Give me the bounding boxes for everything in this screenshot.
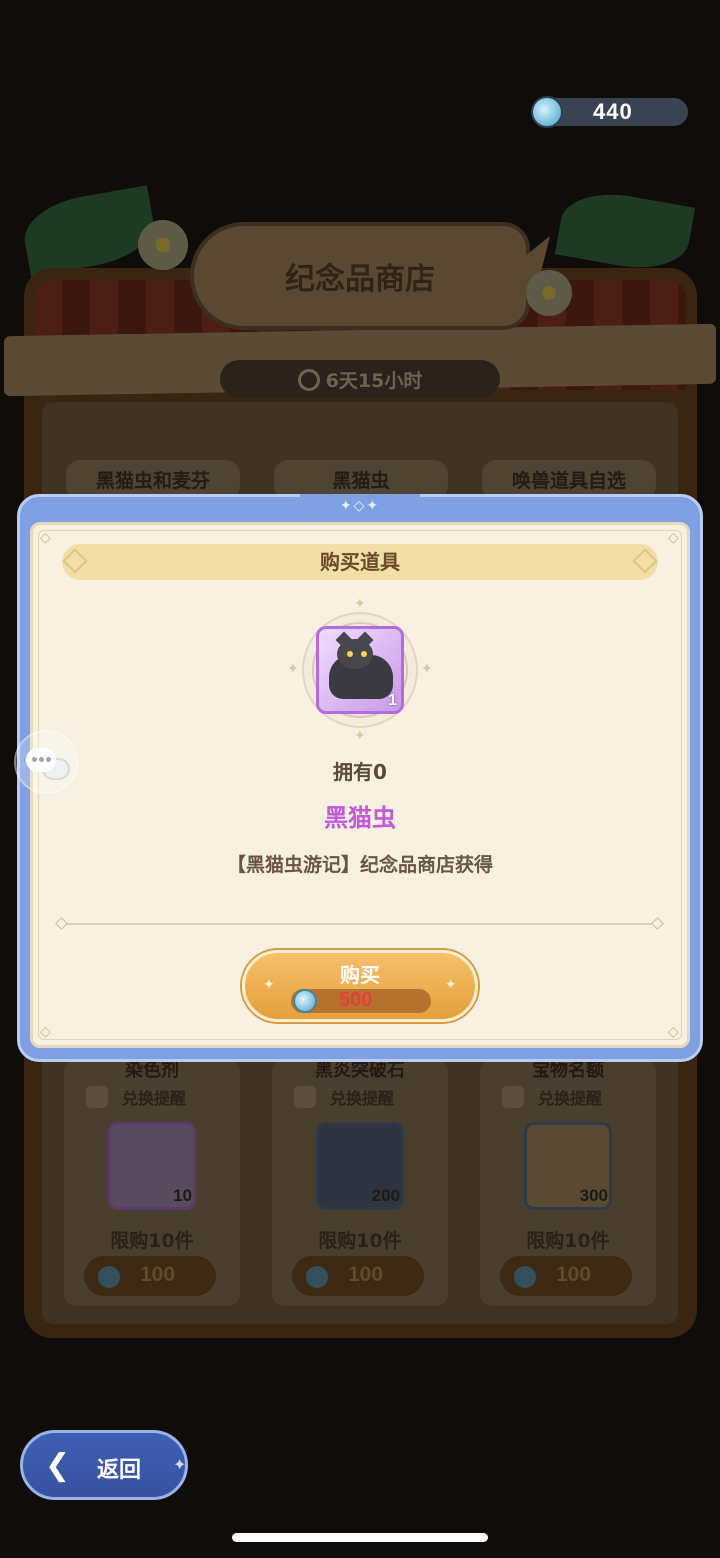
remind-label: 兑换提醒 bbox=[330, 1089, 395, 1108]
back-arrow-icon: ❮ bbox=[45, 1448, 71, 1483]
leaf-decoration bbox=[18, 185, 160, 277]
corner-ornament-icon: ◇ bbox=[668, 530, 679, 546]
gem-icon bbox=[514, 1266, 536, 1288]
chat-float-button[interactable] bbox=[14, 730, 78, 794]
buy-price: 500 bbox=[339, 989, 373, 1011]
item-name: 黑猫虫 bbox=[324, 804, 396, 832]
sparkle-icon: ✦ bbox=[354, 596, 366, 612]
divider bbox=[66, 923, 654, 925]
diamond-ornament-icon: ✦◇✦ bbox=[339, 498, 381, 514]
remind-checkbox[interactable] bbox=[86, 1086, 108, 1108]
remind-checkbox[interactable] bbox=[502, 1086, 524, 1108]
shop-timer: 6天15小时 bbox=[220, 360, 500, 398]
item-source: 【黑猫虫游记】纪念品商店获得 bbox=[226, 854, 493, 876]
price-button[interactable]: 100 bbox=[500, 1256, 632, 1296]
item-quantity: 10 bbox=[173, 1186, 192, 1205]
corner-ornament-icon: ◇ bbox=[668, 1024, 679, 1040]
leaf-decoration bbox=[554, 185, 696, 277]
back-label: 返回 bbox=[97, 1458, 142, 1483]
item-quantity: 300 bbox=[579, 1186, 608, 1205]
shop-title: 纪念品商店 bbox=[285, 262, 435, 297]
sparkle-icon: ✦ bbox=[354, 728, 366, 744]
shop-item-card[interactable]: 黑炎突破石 兑换提醒 200 限购10件 100 bbox=[272, 1060, 448, 1306]
price-button[interactable]: 100 bbox=[292, 1256, 424, 1296]
remind-checkbox[interactable] bbox=[294, 1086, 316, 1108]
price-value: 100 bbox=[556, 1263, 592, 1286]
gem-icon bbox=[293, 989, 317, 1013]
shop-item-card[interactable]: 宝物名额 兑换提醒 300 限购10件 100 bbox=[480, 1060, 656, 1306]
corner-ornament-icon: ◇ bbox=[40, 1024, 51, 1040]
price-value: 100 bbox=[140, 1263, 176, 1286]
modal-title: 购买道具 bbox=[62, 544, 658, 580]
gem-icon bbox=[531, 96, 563, 128]
gem-icon bbox=[306, 1266, 328, 1288]
shop-item-card[interactable]: 染色剂 兑换提醒 10 限购10件 100 bbox=[64, 1060, 240, 1306]
price-button[interactable]: 100 bbox=[84, 1256, 216, 1296]
buy-button[interactable]: ✦ ✦ 购买 500 bbox=[242, 950, 478, 1022]
sparkle-icon: ✦ bbox=[287, 661, 299, 677]
buy-label: 购买 bbox=[340, 963, 380, 987]
item-count: 1 bbox=[388, 692, 397, 709]
back-button[interactable]: ❮ 返回 ✦ bbox=[20, 1430, 188, 1500]
black-cat-bug-icon: 1 bbox=[316, 626, 404, 714]
sparkle-icon: ✦ bbox=[421, 661, 433, 677]
item-quantity: 200 bbox=[371, 1186, 400, 1205]
corner-ornament-icon: ◇ bbox=[40, 530, 51, 546]
price-value: 100 bbox=[348, 1263, 384, 1286]
timer-text: 6天15小时 bbox=[325, 370, 423, 392]
home-indicator[interactable] bbox=[232, 1533, 488, 1542]
flower-icon bbox=[138, 220, 188, 270]
remind-label: 兑换提醒 bbox=[538, 1089, 603, 1108]
flower-icon bbox=[526, 270, 572, 316]
purchase-limit: 限购10件 bbox=[110, 1230, 194, 1252]
clock-icon bbox=[297, 368, 320, 391]
purchase-limit: 限购10件 bbox=[318, 1230, 402, 1252]
currency-display: 440 bbox=[531, 96, 688, 128]
remind-label: 兑换提醒 bbox=[122, 1089, 187, 1108]
currency-amount: 440 bbox=[593, 99, 633, 124]
sparkle-icon: ✦ bbox=[173, 1455, 187, 1474]
gem-icon bbox=[98, 1266, 120, 1288]
owned-count: 拥有0 bbox=[333, 760, 387, 784]
purchase-limit: 限购10件 bbox=[526, 1230, 610, 1252]
